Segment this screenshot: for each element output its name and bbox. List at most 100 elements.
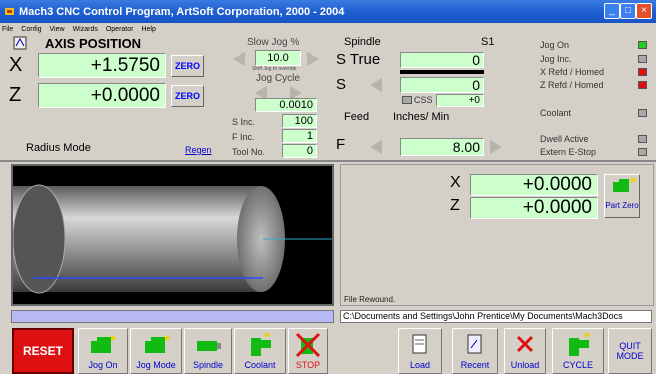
spindle-s-field[interactable]: 0 <box>400 77 484 93</box>
feed-increase-icon[interactable] <box>490 140 502 154</box>
recent-button-label: Recent <box>460 360 490 370</box>
regen-button[interactable]: Regen <box>185 145 212 155</box>
title-bar: Mach3 CNC Control Program, ArtSoft Corpo… <box>0 0 656 23</box>
spindle-load-bar <box>400 70 484 74</box>
stop-button[interactable]: STOP <box>288 328 328 374</box>
cycle-button[interactable]: CYCLE <box>552 328 604 374</box>
feed-decrease-icon[interactable] <box>370 140 382 154</box>
stop-button-label: STOP <box>295 360 321 370</box>
jog-cycle-label: Jog Cycle <box>256 73 300 84</box>
x-axis-dro[interactable]: +1.5750 <box>38 53 166 78</box>
dwell-label: Dwell Active <box>540 134 589 144</box>
load-button-label: Load <box>409 360 431 370</box>
shift-jog-hint: Shift Jog to override <box>252 66 297 72</box>
estop-label: Extern E-Stop <box>540 147 597 157</box>
maximize-icon[interactable]: □ <box>620 3 636 19</box>
slow-jog-decrease-icon[interactable] <box>233 52 245 66</box>
menu-bar: File Config View Wizards Operator Help <box>0 23 656 35</box>
s-inc-label: S Inc. <box>232 117 256 127</box>
z-refd-led <box>638 81 647 89</box>
stop-icon <box>295 332 321 358</box>
spindle-button-label: Spindle <box>192 360 224 370</box>
load-icon <box>412 334 427 354</box>
panel-divider <box>0 160 656 162</box>
feed-f-label: F <box>336 136 346 153</box>
x-refd-label: X Refd / Homed <box>540 67 605 77</box>
jog-inc-label: Jog Inc. <box>540 54 572 64</box>
z-axis-label: Z <box>9 84 22 106</box>
coolant-button[interactable]: Coolant <box>234 328 286 374</box>
spindle-icon <box>197 341 221 351</box>
reset-button[interactable]: RESET <box>12 328 74 374</box>
feed-label: Feed <box>344 111 370 123</box>
feed-f-field[interactable]: 8.00 <box>400 138 484 156</box>
reset-label: RESET <box>22 344 63 358</box>
file-path-field: C:\Documents and Settings\John Prentice\… <box>340 310 652 323</box>
cycle-icon <box>569 332 591 356</box>
spindle-heading: Spindle <box>344 36 381 48</box>
coolant-label: Coolant <box>540 108 572 118</box>
app-icon <box>4 6 15 17</box>
workpiece-render <box>12 184 332 294</box>
spindle-s1-label: S1 <box>481 36 495 48</box>
menu-operator[interactable]: Operator <box>106 26 134 33</box>
file-status: File Rewound. <box>344 295 396 304</box>
jog-cycle-field[interactable]: 0.0010 <box>255 98 317 112</box>
coolant-icon <box>251 332 271 356</box>
jog-mode-button[interactable]: Jog Mode <box>130 328 182 374</box>
jog-on-button[interactable]: Jog On <box>78 328 128 374</box>
quit-mode-label: QUIT MODE <box>616 341 644 361</box>
spindle-true-field[interactable]: 0 <box>400 52 484 68</box>
spindle-decrease-icon[interactable] <box>370 78 382 92</box>
part-zero-button[interactable]: Part Zero <box>604 174 640 218</box>
dwell-led <box>638 135 647 143</box>
toolpath-view[interactable] <box>11 164 334 306</box>
menu-config[interactable]: Config <box>21 26 41 33</box>
slow-jog-field[interactable]: 10.0 <box>255 50 301 66</box>
spindle-button[interactable]: Spindle <box>184 328 232 374</box>
jog-on-led <box>638 41 647 49</box>
jog-inc-led <box>638 55 647 63</box>
quit-mode-button[interactable]: QUIT MODE <box>608 328 652 374</box>
slow-jog-label: Slow Jog % <box>247 37 300 48</box>
menu-wizards[interactable]: Wizards <box>73 26 98 33</box>
f-inc-field[interactable]: 1 <box>282 129 317 143</box>
load-button[interactable]: Load <box>398 328 442 374</box>
recent-icon <box>467 334 482 354</box>
s-inc-field[interactable]: 100 <box>282 114 317 128</box>
estop-led <box>638 148 647 156</box>
jog-on-button-label: Jog On <box>88 360 118 370</box>
jog-on-icon <box>91 335 117 353</box>
menu-help[interactable]: Help <box>141 26 155 33</box>
close-icon[interactable]: × <box>636 3 652 19</box>
jog-mode-icon <box>145 335 171 353</box>
unload-button[interactable]: Unload <box>504 328 546 374</box>
part-z-label: Z <box>450 197 460 214</box>
radius-mode-label: Radius Mode <box>26 142 91 154</box>
menu-file[interactable]: File <box>2 26 13 33</box>
css-field[interactable]: +0 <box>436 94 484 107</box>
unload-icon <box>516 335 534 353</box>
axis-heading: AXIS POSITION <box>45 36 142 51</box>
menu-view[interactable]: View <box>50 26 65 33</box>
z-axis-dro[interactable]: +0.0000 <box>38 83 166 108</box>
x-refd-led <box>638 68 647 76</box>
part-x-dro[interactable]: +0.0000 <box>470 174 598 196</box>
tool-no-field[interactable]: 0 <box>282 144 317 158</box>
part-zero-label: Part Zero <box>605 201 639 210</box>
minimize-icon[interactable]: _ <box>604 3 620 19</box>
zero-z-button[interactable]: ZERO <box>171 85 204 107</box>
spindle-true-label: S True <box>336 51 381 68</box>
f-inc-label: F Inc. <box>232 132 255 142</box>
cnc-icon <box>13 36 27 50</box>
spindle-s-label: S <box>336 76 347 93</box>
mdi-line[interactable] <box>11 310 334 323</box>
part-z-dro[interactable]: +0.0000 <box>470 197 598 219</box>
zero-x-button[interactable]: ZERO <box>171 55 204 77</box>
jog-mode-button-label: Jog Mode <box>136 360 176 370</box>
recent-button[interactable]: Recent <box>452 328 498 374</box>
cycle-button-label: CYCLE <box>562 360 593 370</box>
slow-jog-increase-icon[interactable] <box>307 52 319 66</box>
coolant-button-label: Coolant <box>244 360 276 370</box>
window-title: Mach3 CNC Control Program, ArtSoft Corpo… <box>19 5 345 18</box>
